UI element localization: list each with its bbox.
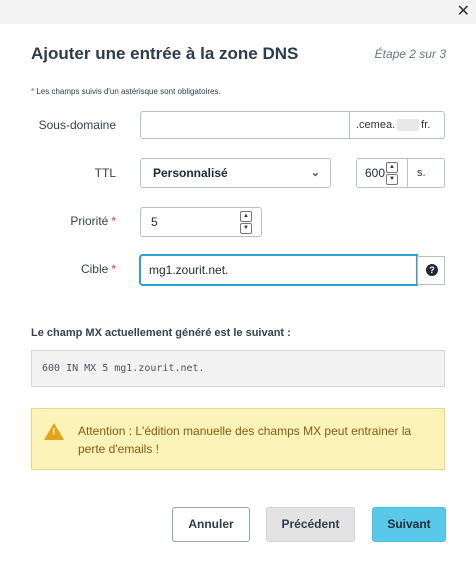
previous-button[interactable]: Précédent	[266, 507, 355, 542]
mx-preview-label: Le champ MX actuellement généré est le s…	[31, 327, 291, 339]
target-label-text: Cible	[80, 262, 109, 276]
subdomain-input[interactable]	[140, 111, 350, 139]
subdomain-suffix: .cemea. fr.	[349, 111, 445, 139]
dialog-top-bar: ✕	[0, 0, 476, 24]
required-fields-note: * Les champs suivis d'un astérisque sont…	[31, 87, 221, 96]
redacted-block	[397, 119, 420, 132]
ttl-label: TTL	[94, 166, 116, 180]
required-star: *	[111, 214, 116, 228]
target-label: Cible *	[31, 262, 116, 276]
question-circle-icon: ?	[426, 264, 438, 276]
warning-text: Attention : L'édition manuelle des champ…	[78, 424, 412, 456]
down-arrow-icon[interactable]: ▼	[240, 223, 252, 234]
warning-box: ! Attention : L'édition manuelle des cha…	[31, 408, 445, 470]
priority-spinner[interactable]: ▲ ▼	[240, 211, 252, 234]
priority-value: 5	[151, 215, 158, 229]
cancel-button[interactable]: Annuler	[172, 507, 250, 542]
step-indicator: Étape 2 sur 3	[374, 47, 446, 61]
help-button[interactable]: ?	[417, 256, 445, 285]
down-arrow-icon[interactable]: ▼	[386, 174, 398, 185]
ttl-spinner[interactable]: ▲ ▼	[386, 162, 398, 185]
subdomain-label: Sous-domaine	[38, 118, 116, 132]
next-button[interactable]: Suivant	[372, 507, 446, 542]
ttl-select[interactable]: Personnalisé ⌄	[140, 158, 331, 188]
target-input[interactable]: mg1.zourit.net.	[140, 255, 417, 285]
mx-preview-value: 600 IN MX 5 mg1.zourit.net.	[31, 350, 445, 387]
required-star: *	[31, 87, 35, 96]
priority-label: Priorité *	[31, 214, 116, 228]
ttl-select-value: Personnalisé	[153, 166, 228, 180]
close-icon[interactable]: ✕	[457, 2, 470, 22]
ttl-input[interactable]: 600 ▲ ▼	[356, 158, 408, 188]
ttl-unit: s.	[407, 158, 445, 188]
priority-label-text: Priorité	[70, 214, 109, 228]
up-arrow-icon[interactable]: ▲	[386, 162, 398, 173]
ttl-value: 600	[365, 166, 386, 180]
warning-triangle-icon: !	[44, 423, 64, 440]
suffix-start: .cemea.	[356, 119, 396, 131]
chevron-down-icon: ⌄	[310, 167, 320, 179]
priority-input[interactable]: 5 ▲ ▼	[140, 207, 262, 237]
required-star: *	[111, 262, 116, 276]
required-note-text: Les champs suivis d'un astérisque sont o…	[36, 87, 221, 96]
up-arrow-icon[interactable]: ▲	[240, 211, 252, 222]
dialog-title: Ajouter une entrée à la zone DNS	[31, 44, 299, 63]
suffix-end: fr.	[421, 119, 431, 131]
